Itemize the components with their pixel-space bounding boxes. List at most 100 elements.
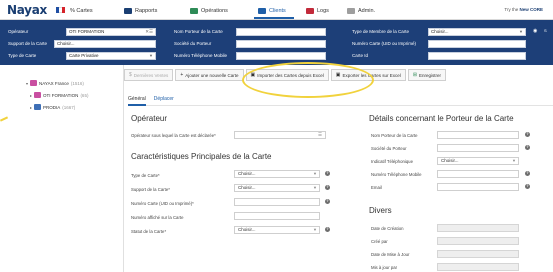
operator-tree: ▾ NAYAX France (1516) ▸ OTI FORMATION (6… bbox=[0, 65, 124, 272]
card-id-filter-input[interactable] bbox=[428, 52, 526, 60]
toggle-icon[interactable]: ◉ bbox=[533, 28, 537, 34]
operator-icon bbox=[34, 92, 42, 98]
holder-name-filter-input[interactable] bbox=[236, 28, 326, 36]
nav-clients-label: Clients bbox=[269, 8, 286, 14]
operator-field-label: Opérateur sous lequel la Carte est décla… bbox=[131, 133, 216, 138]
phone-prefix-select[interactable]: Choisir... ▼ bbox=[437, 157, 519, 165]
chevron-down-icon: ▼ bbox=[519, 29, 523, 34]
chevron-down-icon: ▼ bbox=[313, 227, 317, 232]
tree-item-label: PRODIA bbox=[43, 104, 61, 110]
tab-underline bbox=[128, 104, 146, 106]
french-flag-icon[interactable] bbox=[56, 7, 65, 13]
tree-item-prodia[interactable]: ▸ PRODIA (1667) bbox=[30, 104, 75, 110]
grid-icon bbox=[34, 104, 42, 110]
tabs-divider bbox=[128, 105, 553, 106]
tree-item-label: NAYAX France bbox=[39, 80, 69, 86]
help-icon[interactable]: ? bbox=[525, 171, 530, 176]
caret-right-icon[interactable]: ▸ bbox=[30, 105, 32, 110]
holder-name-filter-label: Nom Porteur de la Carte bbox=[174, 29, 223, 34]
main-section-title: Caractéristiques Principales de la Carte bbox=[131, 152, 272, 161]
tree-item-oti-formation[interactable]: ▸ OTI FORMATION (65) bbox=[30, 92, 88, 98]
created-by-label: Créé par bbox=[371, 239, 388, 244]
report-icon bbox=[124, 8, 132, 14]
help-icon[interactable]: ? bbox=[325, 185, 330, 190]
misc-section-title: Divers bbox=[369, 206, 392, 215]
card-printed-label: Numéro affiché sur la Carte bbox=[131, 215, 184, 220]
help-icon[interactable]: ? bbox=[525, 132, 530, 137]
card-number-filter-input[interactable] bbox=[428, 40, 526, 48]
card-number-filter-label: Numéro Carte (UID ou Imprimé) bbox=[352, 41, 417, 46]
new-core-link[interactable]: Try the New CORE bbox=[504, 7, 543, 12]
operations-icon bbox=[190, 8, 198, 14]
recent-sales-button[interactable]: $ Dernières Ventes bbox=[124, 69, 174, 81]
save-icon: ⊞ bbox=[412, 72, 418, 78]
help-icon[interactable]: ? bbox=[325, 199, 330, 204]
add-card-button[interactable]: + Ajouter une nouvelle Carte bbox=[175, 69, 244, 81]
help-icon[interactable]: ? bbox=[325, 227, 330, 232]
support-filter-value: Choisir... bbox=[57, 41, 75, 46]
tree-item-count: (1516) bbox=[70, 80, 84, 86]
operator-icon bbox=[30, 80, 38, 86]
type-filter-label: Type de Carte bbox=[8, 53, 37, 58]
member-type-filter-value: Choisir... bbox=[431, 29, 449, 34]
nav-clients[interactable]: Clients bbox=[258, 6, 286, 16]
caret-down-icon[interactable]: ▾ bbox=[26, 81, 28, 86]
card-type-label: Type de Carte* bbox=[131, 173, 160, 178]
card-number-input[interactable] bbox=[234, 198, 320, 206]
clear-list-icon[interactable]: ✕☰ bbox=[145, 29, 153, 35]
holder-company-input[interactable] bbox=[437, 144, 519, 152]
support-filter-select[interactable]: Choisir... bbox=[54, 40, 156, 48]
holder-name-input[interactable] bbox=[437, 131, 519, 139]
created-date-label: Date de Création bbox=[371, 226, 404, 231]
active-tab-indicator bbox=[254, 17, 294, 19]
holder-phone-filter-input[interactable] bbox=[236, 52, 326, 60]
holder-company-label: Société du Porteur bbox=[371, 146, 407, 151]
holder-company-filter-input[interactable] bbox=[236, 40, 326, 48]
nav-rapports-label: Rapports bbox=[135, 8, 158, 14]
nav-rapports[interactable]: Rapports bbox=[124, 6, 157, 16]
tree-item-count: (1667) bbox=[62, 104, 76, 110]
email-input[interactable] bbox=[437, 183, 519, 191]
help-icon[interactable]: ? bbox=[325, 171, 330, 176]
caret-right-icon[interactable]: ▸ bbox=[30, 93, 32, 98]
nav-admin[interactable]: Admin. bbox=[347, 6, 375, 16]
tree-item-count: (65) bbox=[80, 92, 89, 98]
add-card-label: Ajouter une nouvelle Carte bbox=[185, 72, 239, 78]
nav-cartes[interactable]: % Cartes bbox=[70, 6, 93, 16]
save-button[interactable]: ⊞ Enregistrer bbox=[407, 69, 447, 81]
help-icon[interactable]: ? bbox=[525, 145, 530, 150]
nav-operations[interactable]: Opérations bbox=[190, 6, 228, 16]
card-status-select[interactable]: Choisir... ▼ bbox=[234, 226, 320, 234]
nav-logs[interactable]: Logs bbox=[306, 6, 329, 16]
nav-logs-label: Logs bbox=[317, 8, 329, 14]
created-date-field bbox=[437, 224, 519, 232]
more-options-icon[interactable]: S bbox=[544, 28, 547, 33]
tree-item-nayax-france[interactable]: ▾ NAYAX France (1516) bbox=[26, 80, 84, 86]
mobile-input[interactable] bbox=[437, 170, 519, 178]
nayax-logo[interactable]: Nayax bbox=[7, 3, 47, 17]
chevron-down-icon: ▼ bbox=[313, 171, 317, 176]
clients-icon bbox=[258, 8, 266, 14]
operator-filter-field[interactable]: OTI FORMATION ✕☰ bbox=[66, 28, 156, 36]
holder-phone-filter-label: Numéro Téléphone Mobile bbox=[174, 53, 227, 58]
member-type-filter-label: Type de Membre de la Carte bbox=[352, 29, 410, 34]
help-icon[interactable]: ? bbox=[525, 184, 530, 189]
list-icon[interactable]: ☰ bbox=[318, 132, 322, 138]
operator-filter-label: Opérateur bbox=[8, 29, 29, 34]
card-type-select[interactable]: Choisir... ▼ bbox=[234, 170, 320, 178]
holder-name-label: Nom Porteur de la Carte bbox=[371, 133, 418, 138]
member-type-filter-select[interactable]: Choisir... ▼ bbox=[428, 28, 526, 36]
type-filter-select[interactable]: Carte Privative ▼ bbox=[66, 52, 156, 60]
currency-icon: $ bbox=[129, 72, 132, 78]
card-status-value: Choisir... bbox=[238, 227, 256, 232]
card-status-label: Statut de la Carte* bbox=[131, 229, 167, 234]
card-printed-input[interactable] bbox=[234, 212, 320, 220]
updated-by-label: Mis à jour par bbox=[371, 265, 398, 270]
operator-field[interactable]: ☰ bbox=[234, 131, 326, 139]
filter-bar: Opérateur OTI FORMATION ✕☰ Support de la… bbox=[0, 20, 553, 65]
nav-operations-label: Opérations bbox=[201, 8, 228, 14]
card-support-select[interactable]: Choisir... ▼ bbox=[234, 184, 320, 192]
top-navigation: Nayax % Cartes Rapports Opérations Clien… bbox=[0, 0, 553, 20]
updated-date-field bbox=[437, 250, 519, 258]
nav-admin-label: Admin. bbox=[358, 8, 376, 14]
